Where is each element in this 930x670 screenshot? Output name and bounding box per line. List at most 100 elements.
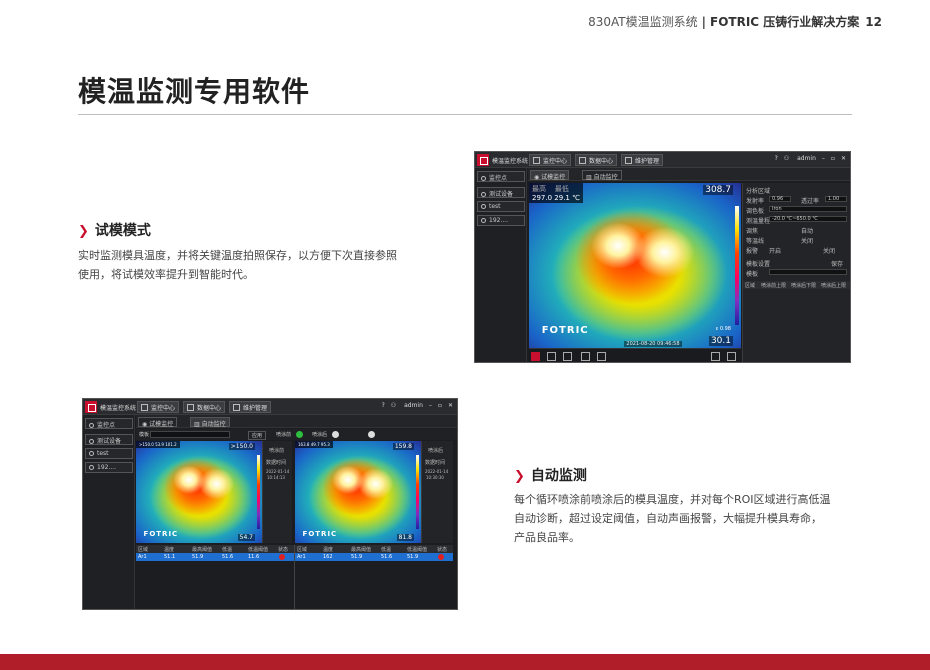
range-select[interactable]: -20.0 ℃~650.0 ℃	[769, 216, 847, 222]
location-icon	[89, 451, 94, 456]
maximize-icon[interactable]: ▫	[831, 155, 835, 162]
tab-maintenance[interactable]: 维护管理	[621, 154, 664, 166]
tab-data-center[interactable]: 数据中心	[183, 401, 226, 413]
tree-icon	[89, 423, 94, 428]
sidebar-item-test-device[interactable]: 测试设备	[85, 434, 133, 445]
window-titlebar: 模温监控系统 监控中心 数据中心 维护管理 ? ⚇ admin – ▫ ✕	[83, 399, 457, 415]
page-title: 模温监测专用软件	[78, 75, 311, 108]
tab-monitor-center[interactable]: 监控中心	[137, 401, 180, 413]
temperature-readout-after: 163.8 49.7 95.3	[295, 441, 333, 448]
before-table-header: 区域 温度 最高阈值 低温 低温阈值 状态	[136, 545, 294, 553]
template-filter-select[interactable]	[150, 431, 230, 438]
alarm-off-radio[interactable]: 关闭	[823, 246, 849, 255]
title-divider	[78, 114, 852, 115]
minimize-icon[interactable]: –	[822, 155, 825, 162]
app-name: 模温监控系统	[100, 405, 137, 412]
sidebar-item-monitor-points[interactable]: 监控点	[85, 418, 133, 429]
undo-icon[interactable]	[727, 352, 736, 361]
capture-timestamp: 2021-08-20 09:46:58	[624, 341, 682, 347]
analysis-title: 分析区域	[746, 188, 771, 195]
table-divider	[294, 545, 295, 609]
scale-min-value: 30.1	[708, 336, 733, 346]
color-scale-after	[416, 455, 419, 529]
tree-icon	[481, 176, 486, 181]
page-number: 12	[865, 15, 882, 29]
section-body-trial: 实时监测模具温度，并将关键温度拍照保存，以方便下次直接参照 使用，将试模效率提升…	[78, 249, 397, 281]
sidebar-item-ip[interactable]: 192....	[85, 462, 133, 473]
focus-auto-button[interactable]: 自动	[801, 226, 849, 235]
page-header: 830AT模温监测系统 | FOTRIC 压铸行业解决方案 12	[588, 15, 882, 29]
sidebar-item-test[interactable]: test	[85, 448, 133, 459]
sidebar-item-test-device[interactable]: 测试设备	[477, 187, 525, 198]
transmit-field[interactable]: 1.00	[825, 196, 847, 202]
sidebar-item-monitor-points[interactable]: 监控点	[477, 171, 525, 182]
tab-maintenance[interactable]: 维护管理	[229, 401, 272, 413]
tab-auto-monitor[interactable]: ▥ 自动监控	[190, 417, 230, 428]
apply-button[interactable]: 应用	[248, 431, 267, 440]
analysis-panel: 分析区域 发射率 0.96 透过率 1.00 调色板 Iron 测温量程 -20…	[742, 183, 850, 362]
camera-icon[interactable]	[711, 352, 720, 361]
location-icon	[89, 439, 94, 444]
before-info-subtitle: 数据时间	[266, 460, 287, 466]
isotherm-toggle[interactable]: 关闭	[801, 236, 849, 245]
minimize-icon[interactable]: –	[429, 402, 432, 409]
user-icon[interactable]: ⚇ admin	[391, 402, 423, 409]
before-spray-status-icon	[296, 431, 303, 438]
product-name: 830AT模温监测系统	[588, 15, 698, 29]
sidebar-item-test[interactable]: test	[477, 201, 525, 212]
temperature-readout-before: >150.0 53.9 101.2	[136, 441, 180, 448]
table-row[interactable]: Ar1 162 51.9 51.6 51.9	[295, 553, 453, 561]
close-icon[interactable]: ✕	[841, 155, 846, 162]
tab-auto-monitor[interactable]: ▥ 自动监控	[582, 170, 622, 181]
scale-min-before: 54.7	[237, 534, 255, 541]
panel-icon: ▥	[194, 421, 202, 428]
scale-max-before: >150.0	[228, 443, 255, 450]
after-table-header: 区域 温度 最高阈值 低温 低温阈值 状态	[295, 545, 453, 553]
fotric-logo: FOTRIC	[302, 529, 338, 538]
tab-trial-monitor[interactable]: ◉ 试模监控	[530, 170, 570, 181]
sidebar: 监控点 测试设备 test 192....	[475, 168, 527, 362]
maximize-icon[interactable]: ▫	[438, 402, 442, 409]
user-icon[interactable]: ⚇ admin	[784, 155, 816, 162]
emissivity-value: ε 0.98	[715, 326, 731, 332]
thermal-image-after: 163.8 49.7 95.3 159.8 81.8 FOTRIC	[295, 441, 421, 543]
close-icon[interactable]: ✕	[448, 402, 453, 409]
scale-max-after: 159.8	[392, 443, 414, 450]
alarm-status-icon	[279, 554, 285, 560]
table-row[interactable]: Ar1 51.1 51.9 51.6 11.6	[136, 553, 294, 561]
chevron-right-icon: ❯	[514, 469, 525, 484]
help-icon[interactable]: ?	[382, 402, 385, 409]
app-name: 模温监控系统	[492, 158, 529, 165]
image-toolbar	[529, 348, 741, 362]
window-controls: ? ⚇ admin – ▫ ✕	[376, 402, 453, 409]
help-icon[interactable]: ?	[775, 155, 778, 162]
scale-max-value: 308.7	[703, 185, 733, 195]
section-body-auto: 每个循环喷涂前喷涂后的模具温度，并对每个ROI区域进行高低温 自动诊断，超过设定…	[514, 493, 831, 544]
footer-bar	[0, 654, 930, 670]
window-titlebar: 模温监控系统 监控中心 数据中心 维护管理 ? ⚇ admin – ▫ ✕	[475, 152, 850, 168]
gear-icon	[233, 404, 240, 411]
trial-mode-screenshot: 模温监控系统 监控中心 数据中心 维护管理 ? ⚇ admin – ▫ ✕ 监控点 测试…	[474, 151, 851, 363]
app-logo-icon	[477, 154, 489, 166]
thermal-image-before: >150.0 53.9 101.2 >150.0 54.7 FOTRIC	[136, 441, 262, 543]
template-name-field[interactable]	[769, 269, 847, 275]
location-icon	[481, 204, 486, 209]
emissivity-field[interactable]: 0.96	[769, 196, 791, 202]
line-tool-icon[interactable]	[563, 352, 572, 361]
sidebar: 监控点 测试设备 test 192....	[83, 415, 135, 609]
move-tool-icon[interactable]	[547, 352, 556, 361]
box-tool-icon[interactable]	[581, 352, 590, 361]
mode-tabs: ◉ 试模监控 ▥ 自动监控	[136, 415, 457, 428]
tab-monitor-center[interactable]: 监控中心	[529, 154, 572, 166]
section-heading-trial: ❯ 试模模式	[78, 223, 151, 239]
tab-trial-monitor[interactable]: ◉ 试模监控	[138, 417, 178, 428]
delete-icon[interactable]	[597, 352, 606, 361]
threshold-table-header: 区域 喷涂前上限 喷涂后下限 喷涂后上限	[743, 281, 850, 289]
pointer-tool-icon[interactable]	[531, 352, 540, 361]
save-button[interactable]: 保存	[831, 259, 849, 268]
palette-select[interactable]: Iron	[769, 206, 847, 212]
tab-data-center[interactable]: 数据中心	[575, 154, 618, 166]
filter-bar: 模板 应用 喷涂前 喷涂后	[136, 429, 457, 440]
sidebar-item-ip[interactable]: 192....	[477, 215, 525, 226]
before-info-panel: 喷涂前 数据时间 2022-01-14 10:14:13	[262, 441, 292, 543]
